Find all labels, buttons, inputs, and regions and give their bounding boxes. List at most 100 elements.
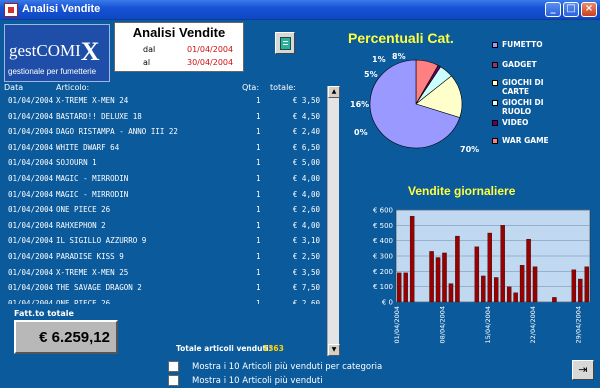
col-total: totale: [270,83,296,92]
cell-total: € 2,60 [292,205,320,215]
exit-button[interactable]: ⇥ [572,360,594,380]
cell-date: 01/04/2004 [8,267,54,277]
cell-date: 01/04/2004 [8,283,54,293]
table-row[interactable]: 01/04/2004 X-TREME X-MEN 25 1 € 3,50 [0,264,324,280]
cell-qty: 1 [256,298,261,304]
table-row[interactable]: 01/04/2004 BASTARD!! DELUXE 18 1 € 4,50 [0,108,324,124]
table-row[interactable]: 01/04/2004 X-TREME X-MEN 24 1 € 3,50 [0,92,324,108]
table-row[interactable]: 01/04/2004 IL SIGILLO AZZURRO 9 1 € 3,10 [0,232,324,248]
pie-percent-label: 70% [460,145,480,154]
table-row[interactable]: 01/04/2004 DAGO RISTAMPA - ANNO III 22 1 € … [0,123,324,139]
cell-total: € 5,00 [292,158,320,168]
y-tick-label: € 400 [373,237,393,245]
cell-date: 01/04/2004 [8,142,54,152]
legend-label: GIOCHI DI RUOLO [502,98,544,116]
y-tick-label: € 600 [373,207,393,215]
exit-door-icon: ⇥ [578,363,588,376]
cell-qty: 1 [256,174,261,183]
cell-date: 01/04/2004 [8,127,54,137]
bar [442,252,447,303]
cell-qty: 1 [256,189,261,199]
cell-qty: 1 [256,158,261,168]
table-row[interactable]: 01/04/2004 THE SAVAGE DRAGON 2 1 € 7,50 [0,279,324,295]
articles-sold-value: 1363 [263,344,284,353]
cell-total: € 2,60 [292,298,320,304]
pie-percent-label: 16% [350,100,370,109]
legend-swatch [492,100,498,106]
cell-qty: 1 [256,205,261,215]
y-tick-label: € 500 [373,222,393,230]
daily-sales-bar-chart: € 0 € 100 € 200 € 300 € 400 € 500 € 600 01/04/2… [373,207,591,343]
report-title: Analisi Vendite [132,25,226,40]
table-row[interactable]: 01/04/2004 ONE PIECE 26 1 € 2,60 [0,295,324,304]
table-row[interactable]: 01/04/2004 PARADISE KISS 9 1 € 2,50 [0,248,324,264]
cell-total: € 7,50 [292,283,320,293]
cell-article: SOJOURN 1 [56,158,97,168]
table-row[interactable]: 01/04/2004 WHITE DWARF 64 1 € 6,50 [0,139,324,155]
fatt-value: € 6.259,12 [14,320,118,354]
cell-article: RAHXEPHON 2 [56,220,106,230]
option-top10[interactable]: Mostra i 10 Articoli più venduti [168,375,368,386]
y-tick-label: € 200 [373,268,393,276]
window-title: Analisi Vendite [22,3,101,15]
legend-swatch [492,138,498,144]
cell-article: DAGO RISTAMPA - ANNO III 22 [56,127,178,137]
pie-percent-label: 1% [372,55,386,64]
bar [403,272,408,303]
bar [500,225,505,303]
x-tick-label: 22/04/2004 [529,306,537,343]
logo-brand: gestCOMIX [9,37,100,66]
cell-total: € 4,50 [292,111,320,121]
table-row[interactable]: 01/04/2004 MAGIC - MIRRODIN 1 € 4,00 [0,186,324,202]
x-tick-label: 15/04/2004 [484,306,492,343]
bar [448,283,454,303]
table-row[interactable]: 01/04/2004 RAHXEPHON 2 1 € 4,00 [0,217,324,233]
sales-list: 01/04/2004 X-TREME X-MEN 24 1 € 3,50 01/04/2… [0,92,324,304]
legend-label: GIOCHI DI CARTE [502,78,544,96]
bar [506,286,512,303]
legend-swatch [492,42,498,48]
x-tick-label: 01/04/2004 [393,306,401,343]
cell-article: THE SAVAGE DRAGON 2 [56,283,142,293]
notes-button[interactable] [275,32,295,54]
checkbox[interactable] [168,361,179,372]
cell-date: 01/04/2004 [8,236,54,246]
table-row[interactable]: 01/04/2004 SOJOURN 1 1 € 5,00 [0,154,324,170]
cell-date: 01/04/2004 [8,174,54,183]
logo-tagline: gestionale per fumetterie [8,67,97,76]
cell-total: € 2,40 [292,127,320,137]
bar-title: Vendite giornaliere [408,184,516,198]
option-top10-by-category[interactable]: Mostra i 10 Articoli più venduti per cat… [168,361,382,372]
list-scrollbar[interactable]: ▲ ▼ [327,86,340,356]
bar [429,251,434,303]
cell-total: € 4,00 [292,220,320,230]
cell-total: € 4,00 [292,174,320,183]
table-row[interactable]: 01/04/2004 MAGIC - MIRRODIN 1 € 4,00 [0,170,324,186]
legend-swatch [492,80,498,86]
cell-date: 01/04/2004 [8,158,54,168]
y-tick-label: € 0 [382,299,393,307]
checkbox[interactable] [168,375,179,386]
scroll-up-arrow[interactable]: ▲ [328,86,340,98]
cell-total: € 3,10 [292,236,320,246]
legend-label: WAR GAME [502,136,549,145]
app-icon [4,3,18,17]
pie-title: Percentuali Cat. [348,30,454,46]
cell-article: PARADISE KISS 9 [56,252,124,261]
close-button[interactable]: × [581,2,597,17]
to-label: al [143,58,151,67]
cell-article: X-TREME X-MEN 25 [56,267,129,277]
gestcomix-logo: gestCOMIX gestionale per fumetterie [4,24,110,82]
cell-qty: 1 [256,252,261,261]
table-row[interactable]: 01/04/2004 ONE PIECE 26 1 € 2,60 [0,201,324,217]
cell-total: € 3,50 [292,267,320,277]
cell-date: 01/04/2004 [8,205,54,215]
cell-qty: 1 [256,283,261,293]
cell-article: ONE PIECE 26 [56,205,111,215]
y-tick-label: € 300 [373,253,393,261]
minimize-button[interactable]: _ [545,2,561,17]
maximize-button[interactable]: □ [563,2,579,17]
cell-total: € 6,50 [292,142,320,152]
legend-label: GADGET [502,60,537,69]
scroll-down-arrow[interactable]: ▼ [328,344,340,356]
